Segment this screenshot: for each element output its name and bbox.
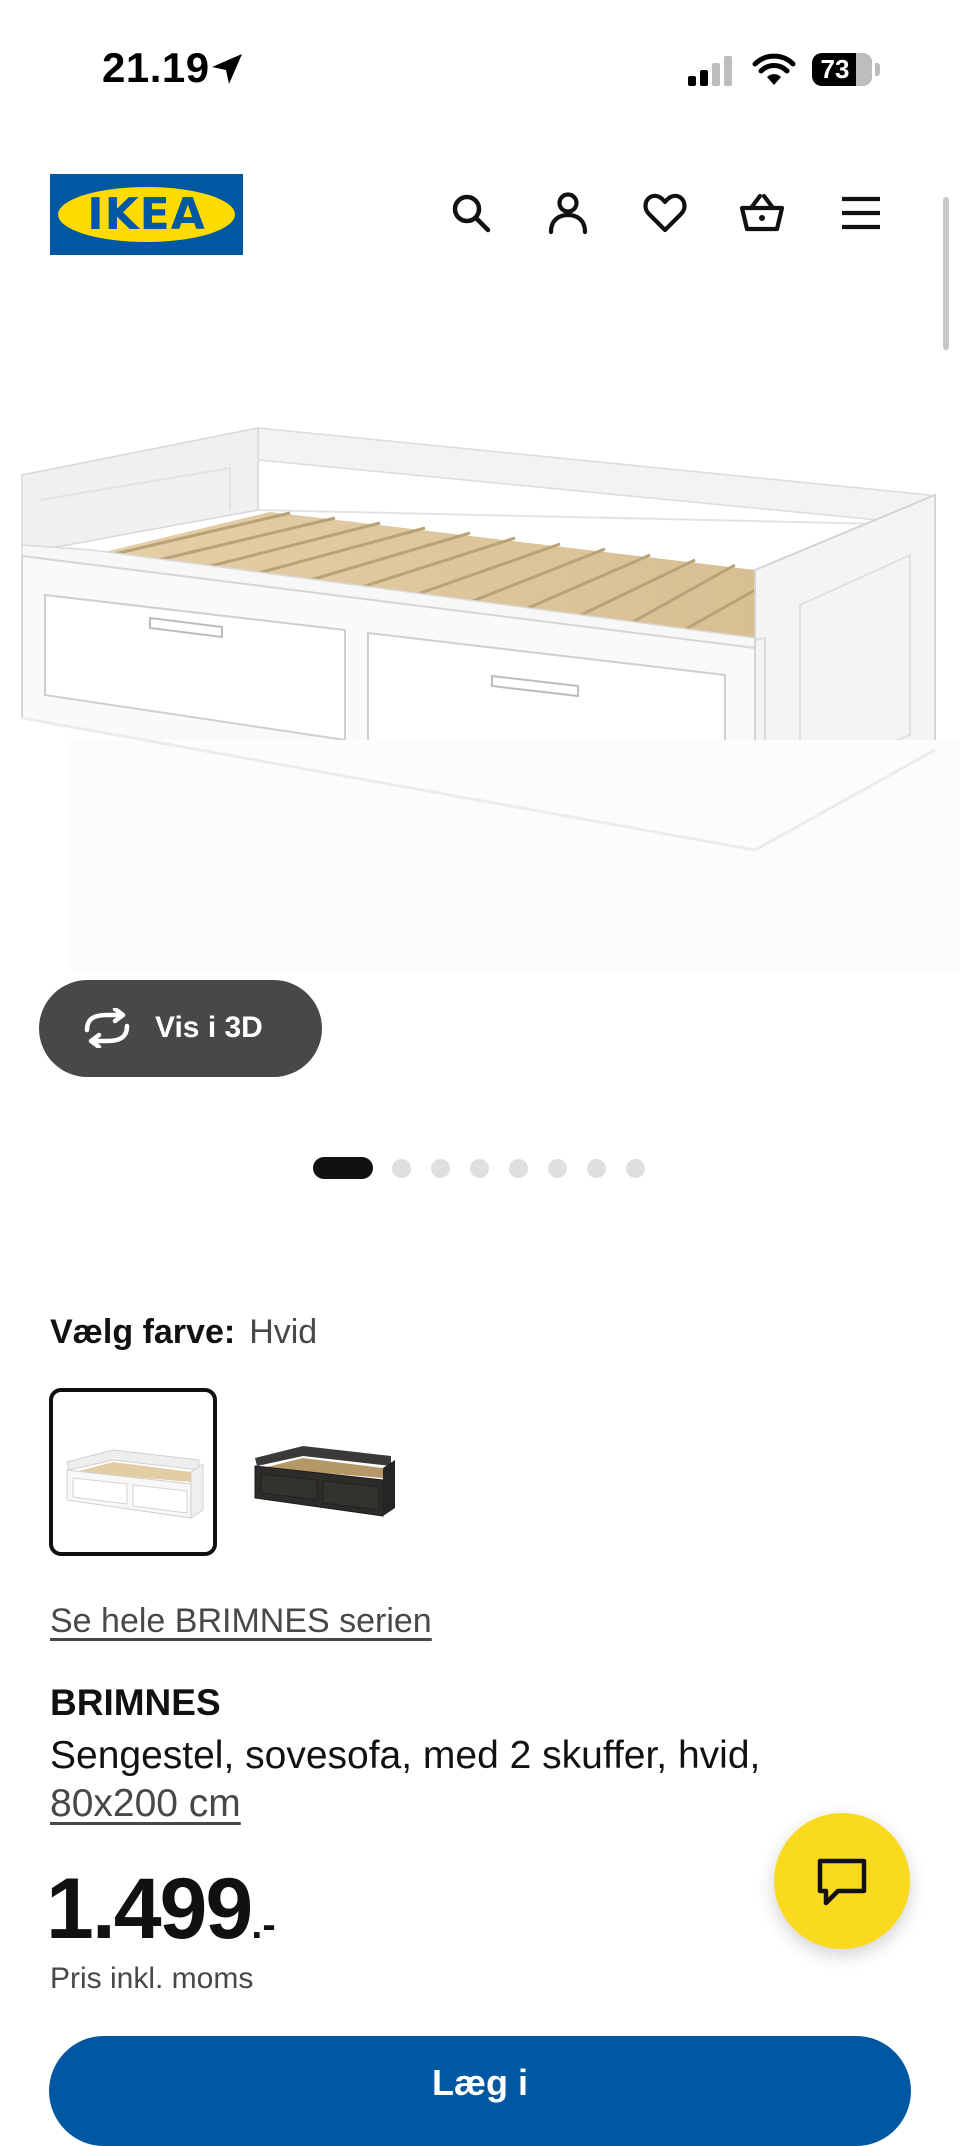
- location-arrow-icon: [212, 54, 242, 84]
- carousel-dot[interactable]: [626, 1159, 645, 1178]
- price-amount: 1.499: [46, 1861, 253, 1957]
- battery-icon: 73: [812, 53, 872, 86]
- scroll-indicator[interactable]: [943, 197, 949, 350]
- color-selected-value: Hvid: [249, 1313, 318, 1351]
- menu-icon[interactable]: [838, 190, 884, 236]
- color-swatch-black-brown[interactable]: [243, 1388, 411, 1556]
- status-bar: 21.19 73: [0, 0, 960, 140]
- add-to-cart-button[interactable]: Læg i: [49, 2036, 911, 2146]
- search-icon[interactable]: [448, 190, 494, 236]
- color-swatch-white[interactable]: [49, 1388, 217, 1556]
- carousel-dot[interactable]: [392, 1159, 411, 1178]
- product-name: BRIMNES: [50, 1682, 221, 1723]
- carousel-dot[interactable]: [509, 1159, 528, 1178]
- carousel-dot[interactable]: [587, 1159, 606, 1178]
- status-time: 21.19: [102, 44, 210, 91]
- color-label-text: Vælg farve:: [50, 1313, 236, 1351]
- ikea-logo[interactable]: IKEA: [50, 174, 243, 255]
- battery-level: 73: [820, 54, 850, 84]
- carousel-dot[interactable]: [548, 1159, 567, 1178]
- wifi-icon: [752, 53, 796, 85]
- product-size-link[interactable]: 80x200 cm: [50, 1780, 241, 1828]
- color-selector-label: Vælg farve: Hvid: [50, 1312, 317, 1352]
- price-suffix: .-: [251, 1903, 276, 1947]
- cellular-signal-icon: [688, 56, 732, 86]
- basket-icon[interactable]: [739, 190, 785, 236]
- heart-icon[interactable]: [642, 190, 688, 236]
- price-note: Pris inkl. moms: [50, 1962, 254, 1995]
- rotate-3d-icon: [84, 1008, 130, 1048]
- series-link[interactable]: Se hele BRIMNES serien: [50, 1602, 432, 1641]
- view-in-3d-button[interactable]: Vis i 3D: [39, 980, 322, 1077]
- carousel-dot[interactable]: [470, 1159, 489, 1178]
- carousel-dot[interactable]: [431, 1159, 450, 1178]
- view-in-3d-label: Vis i 3D: [155, 1011, 263, 1044]
- white-bed-thumbnail: [66, 1449, 204, 1519]
- account-icon[interactable]: [545, 190, 591, 236]
- chat-button[interactable]: [774, 1813, 910, 1949]
- product-description: Sengestel, sovesofa, med 2 skuffer, hvid…: [50, 1734, 761, 1777]
- product-image[interactable]: [0, 350, 960, 990]
- chat-bubble-icon: [817, 1858, 867, 1906]
- logo-text: IKEA: [87, 189, 206, 240]
- product-price: 1.499.-: [46, 1860, 276, 1959]
- carousel-dot-active[interactable]: [313, 1157, 373, 1179]
- add-to-cart-label: Læg i: [432, 2062, 528, 2103]
- black-brown-bed-thumbnail: [254, 1446, 395, 1517]
